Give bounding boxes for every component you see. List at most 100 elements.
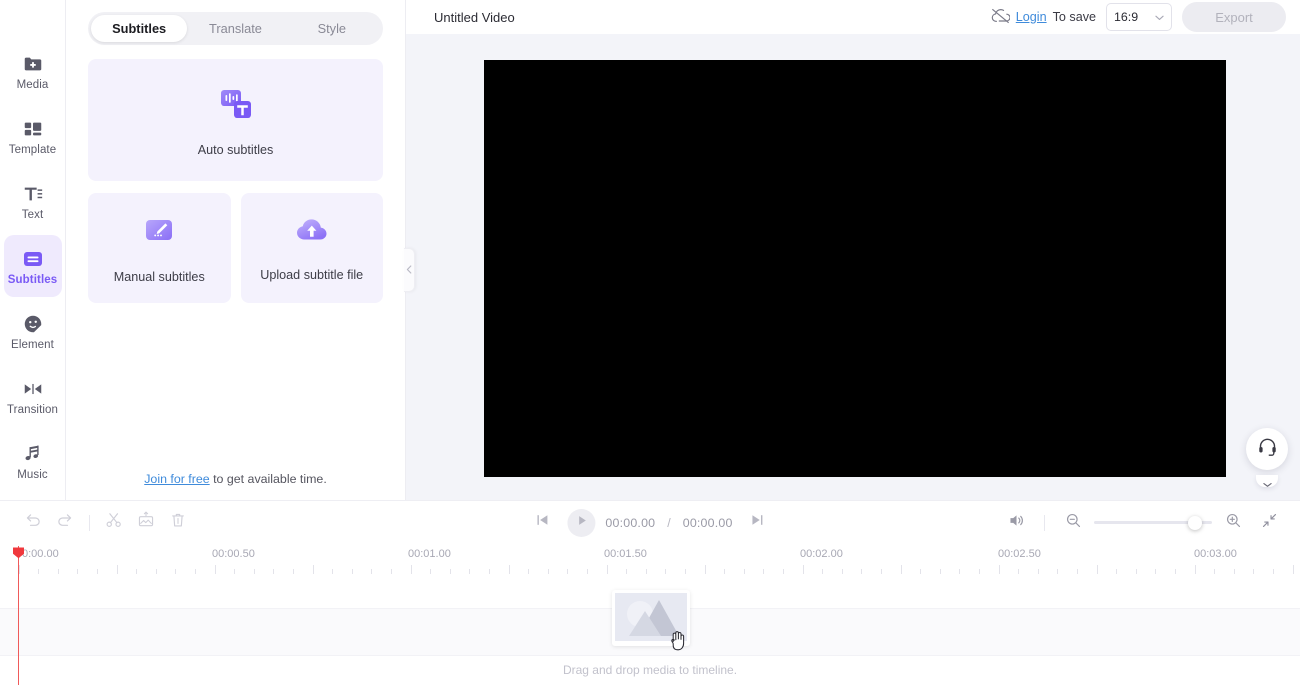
ruler-tick <box>1057 569 1059 574</box>
login-link[interactable]: Login <box>1016 10 1047 24</box>
element-sticker-icon <box>22 311 44 337</box>
tab-translate[interactable]: Translate <box>187 15 283 42</box>
sidebar-item-text[interactable]: Text <box>4 170 62 232</box>
sidebar-item-label: Element <box>11 338 54 351</box>
skip-to-start-icon <box>534 512 550 533</box>
image-export-icon <box>137 511 155 534</box>
collapse-diagonal-icon <box>1261 512 1278 534</box>
undo-button[interactable] <box>18 508 48 538</box>
ruler-tick <box>390 569 392 574</box>
card-label: Manual subtitles <box>113 269 205 284</box>
ruler-tick <box>351 569 353 574</box>
sidebar-item-label: Media <box>16 78 49 91</box>
upload-subtitle-file-card[interactable]: Upload subtitle file <box>240 193 383 303</box>
volume-button[interactable] <box>1001 508 1031 538</box>
ruler-tick <box>567 569 569 574</box>
join-for-free-link[interactable]: Join for free <box>144 472 209 486</box>
zoom-out-button[interactable] <box>1058 508 1088 538</box>
ruler-label: 00:02.00 <box>800 548 843 560</box>
ruler-tick <box>1155 569 1157 574</box>
card-label: Upload subtitle file <box>260 267 364 282</box>
sidebar-item-media[interactable]: Media <box>4 40 62 102</box>
ruler-tick <box>508 565 510 574</box>
redo-arrow-icon <box>56 511 74 534</box>
sidebar-item-template[interactable]: Template <box>4 105 62 167</box>
sidebar-item-music[interactable]: Music <box>4 430 62 492</box>
ruler-tick <box>920 569 922 574</box>
ruler-tick <box>1194 565 1196 574</box>
music-note-icon <box>22 441 44 467</box>
panel-collapse-handle[interactable] <box>404 248 415 292</box>
ruler-tick <box>430 569 432 574</box>
sidebar-item-subtitles[interactable]: Subtitles <box>3 235 62 297</box>
ruler-tick <box>136 569 138 574</box>
snapshot-button[interactable] <box>131 508 161 538</box>
sidebar-item-label: Transition <box>6 403 59 416</box>
fit-timeline-button[interactable] <box>1254 508 1284 538</box>
toolbar-divider <box>89 514 90 531</box>
ruler-tick <box>292 569 294 574</box>
support-button[interactable] <box>1246 428 1288 470</box>
ruler-tick <box>822 569 824 574</box>
ruler-tick <box>77 569 79 574</box>
timeline-ruler[interactable]: 0:00.00 00:00.50 00:01.00 00:01.50 00:02.00 0… <box>0 544 1300 580</box>
tab-subtitles[interactable]: Subtitles <box>91 15 188 42</box>
ruler-tick <box>116 565 118 574</box>
ruler-tick <box>626 569 628 574</box>
zoom-in-button[interactable] <box>1218 508 1248 538</box>
sidebar-item-label: Template <box>8 143 57 156</box>
tab-style[interactable]: Style <box>284 15 380 42</box>
prev-frame-button[interactable] <box>527 508 557 538</box>
save-status-group: Login To save <box>991 8 1096 27</box>
video-canvas[interactable] <box>484 60 1226 477</box>
top-header: Untitled Video Login To save 16:9 Export <box>406 0 1300 34</box>
playhead-handle[interactable] <box>12 546 25 559</box>
subtitle-options: Auto subtitles Manual subtitles Upload s… <box>66 45 405 303</box>
delete-button[interactable] <box>163 508 193 538</box>
current-time: 00:00.00 <box>605 515 656 530</box>
next-frame-button[interactable] <box>743 508 773 538</box>
split-button[interactable] <box>99 508 129 538</box>
redo-button[interactable] <box>50 508 80 538</box>
export-button[interactable]: Export <box>1182 2 1286 32</box>
timeline-zoom-slider[interactable] <box>1094 515 1212 531</box>
header-actions: Login To save 16:9 Export <box>991 2 1300 32</box>
play-triangle-icon <box>575 514 588 532</box>
timeline-toolbar: 00:00.00 / 00:00.00 <box>0 500 1300 544</box>
media-folder-plus-icon <box>22 51 44 77</box>
sidebar-logo-stub <box>8 0 58 40</box>
sidebar-item-element[interactable]: Element <box>4 300 62 362</box>
sidebar-item-transition[interactable]: Transition <box>4 365 62 427</box>
ruler-tick <box>802 565 804 574</box>
ruler-tick <box>273 569 275 574</box>
sidebar-item-label: Subtitles <box>7 273 58 286</box>
ruler-tick <box>253 569 255 574</box>
ruler-tick <box>1116 569 1118 574</box>
trash-icon <box>169 511 187 534</box>
document-title[interactable]: Untitled Video <box>434 10 515 25</box>
ruler-tick <box>1037 569 1039 574</box>
aspect-ratio-select[interactable]: 16:9 <box>1106 3 1172 31</box>
ruler-tick <box>704 565 706 574</box>
ruler-tick <box>1272 569 1274 574</box>
zoom-slider-handle[interactable] <box>1188 515 1202 530</box>
auto-subtitles-card[interactable]: Auto subtitles <box>88 59 383 181</box>
grab-hand-cursor <box>668 628 688 657</box>
ruler-tick <box>900 565 902 574</box>
ruler-tick <box>469 569 471 574</box>
timeline-view-tools <box>1001 508 1300 538</box>
ruler-tick <box>312 565 314 574</box>
skip-to-end-icon <box>750 512 766 533</box>
ruler-tick <box>1174 569 1176 574</box>
playhead-line[interactable] <box>18 546 19 685</box>
cloud-upload-icon <box>294 215 330 250</box>
support-collapse-button[interactable] <box>1256 475 1278 487</box>
ruler-label: 00:00.50 <box>212 548 255 560</box>
play-button[interactable] <box>567 508 596 537</box>
tab-label: Style <box>317 21 347 36</box>
ruler-label: 00:03.00 <box>1194 548 1237 560</box>
cloud-off-icon <box>991 8 1011 27</box>
ruler-tick <box>528 569 530 574</box>
manual-subtitles-card[interactable]: Manual subtitles <box>88 193 231 303</box>
ruler-tick <box>1233 569 1235 574</box>
